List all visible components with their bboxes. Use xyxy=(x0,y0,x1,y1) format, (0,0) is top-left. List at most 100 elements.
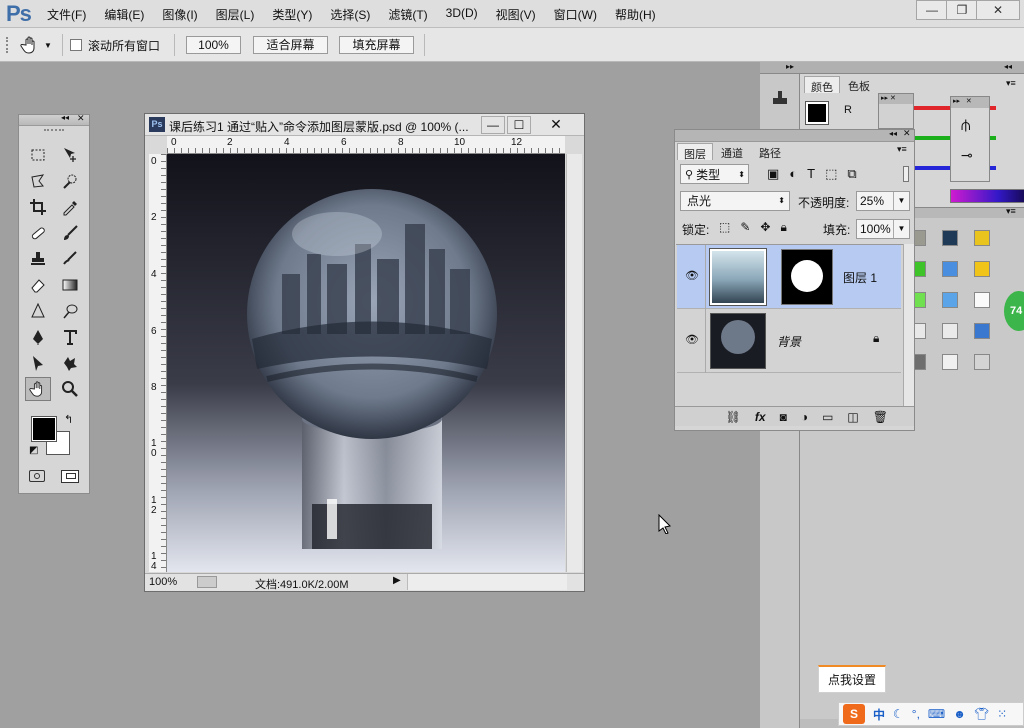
adjustment-filter-icon[interactable]: ◐ xyxy=(789,166,797,182)
document-titlebar[interactable]: Ps 课后练习1 通过“贴入”命令添加图层蒙版.psd @ 100% (... … xyxy=(145,114,584,136)
dock-header[interactable]: ▸▸ ◂◂ xyxy=(760,62,1024,74)
marquee-tool[interactable] xyxy=(25,143,51,167)
layer-filter-select[interactable]: ⚲ 类型 ⬍ xyxy=(680,164,749,184)
horizontal-scrollbar[interactable] xyxy=(407,574,567,590)
panel-menu-icon[interactable]: ▾≡ xyxy=(1006,206,1016,217)
shape-filter-icon[interactable]: ⬚ xyxy=(825,166,837,182)
path-select-tool[interactable] xyxy=(25,351,51,375)
menu-filter[interactable]: 滤镜(T) xyxy=(388,6,427,23)
moon-icon[interactable]: ☾ xyxy=(893,707,904,721)
panel-menu-icon[interactable]: ▾≡ xyxy=(897,144,907,155)
brush-preset-icon[interactable]: ⫛ xyxy=(961,117,971,135)
adjustment-layer-icon[interactable]: ◑ xyxy=(801,410,808,424)
lock-position-icon[interactable]: ✥ xyxy=(760,220,770,235)
collapse-icon[interactable]: ◂◂ xyxy=(61,113,69,122)
style-swatch[interactable] xyxy=(974,292,990,308)
lock-transparent-icon[interactable]: ⬚ xyxy=(719,220,730,235)
adjust-icon[interactable]: ⊸ xyxy=(961,147,973,164)
vertical-scrollbar[interactable] xyxy=(566,154,582,572)
user-icon[interactable]: ☻ xyxy=(953,707,966,721)
scroll-all-windows-checkbox[interactable] xyxy=(70,39,82,51)
style-swatch[interactable] xyxy=(942,354,958,370)
crop-tool[interactable] xyxy=(25,195,51,219)
blend-mode-select[interactable]: 点光 ⬍ xyxy=(680,191,790,211)
menu-window[interactable]: 窗口(W) xyxy=(554,6,597,23)
opacity-input[interactable]: 25% ▼ xyxy=(856,191,910,211)
style-swatch[interactable] xyxy=(974,323,990,339)
minimize-button[interactable]: — xyxy=(916,0,948,20)
lock-all-icon[interactable]: 🔒︎ xyxy=(780,220,786,235)
link-layers-icon[interactable]: ⛓︎ xyxy=(726,410,741,424)
zoom-100-button[interactable]: 100% xyxy=(186,36,241,54)
status-icon[interactable] xyxy=(197,576,217,588)
close-icon[interactable]: ✕ xyxy=(77,113,85,124)
punctuation-icon[interactable]: °, xyxy=(912,707,920,721)
tab-paths[interactable]: 路径 xyxy=(753,143,787,160)
trash-icon[interactable]: 🗑︎ xyxy=(873,410,888,424)
healing-brush-tool[interactable] xyxy=(25,221,51,245)
collapse-icon[interactable]: ◂◂ xyxy=(1004,62,1012,71)
tab-swatches[interactable]: 色板 xyxy=(842,76,876,93)
lock-pixels-icon[interactable]: ✎ xyxy=(740,220,750,235)
mini-panel-titlebar[interactable]: ▸▸ ✕ xyxy=(879,94,913,104)
foreground-color[interactable] xyxy=(31,416,57,442)
style-swatch[interactable] xyxy=(974,261,990,277)
style-swatch[interactable] xyxy=(942,230,958,246)
menu-help[interactable]: 帮助(H) xyxy=(615,6,656,23)
tab-layers[interactable]: 图层 xyxy=(677,143,713,161)
input-lang-toggle[interactable]: 中 xyxy=(873,706,885,723)
shape-tool[interactable] xyxy=(57,351,83,375)
layers-panel-titlebar[interactable]: ◂◂ ✕ xyxy=(675,128,914,142)
shirt-icon[interactable]: 👕︎ xyxy=(974,707,989,721)
close-button[interactable]: ✕ xyxy=(976,0,1020,20)
move-tool[interactable] xyxy=(57,143,83,167)
clone-stamp-tool[interactable] xyxy=(25,247,51,271)
sogou-logo[interactable]: S xyxy=(843,704,865,724)
color-ramp[interactable] xyxy=(950,189,1024,203)
history-panel-icon[interactable] xyxy=(770,88,790,108)
style-swatch[interactable] xyxy=(942,261,958,277)
default-colors-icon[interactable]: ◩ xyxy=(29,445,38,456)
screen-mode-button[interactable] xyxy=(61,470,79,483)
smart-object-filter-icon[interactable]: ⧉ xyxy=(847,166,856,182)
eye-icon[interactable]: 👁︎ xyxy=(685,333,699,346)
quick-select-tool[interactable] xyxy=(57,169,83,193)
layer-list-scrollbar[interactable] xyxy=(903,244,914,406)
menu-view[interactable]: 视图(V) xyxy=(496,6,536,23)
tab-channels[interactable]: 通道 xyxy=(715,143,749,160)
add-mask-icon[interactable]: ◙ xyxy=(780,410,787,424)
menu-3d[interactable]: 3D(D) xyxy=(446,6,478,23)
filter-toggle[interactable] xyxy=(903,166,909,182)
keyboard-icon[interactable]: ⌨ xyxy=(928,707,945,721)
settings-tooltip[interactable]: 点我设置 xyxy=(818,665,886,693)
fit-screen-button[interactable]: 适合屏幕 xyxy=(253,36,328,54)
quick-mask-button[interactable] xyxy=(29,470,45,482)
tool-preset-picker[interactable]: ▼ xyxy=(20,34,56,56)
gradient-tool[interactable] xyxy=(57,273,83,297)
lasso-tool[interactable] xyxy=(25,169,51,193)
close-icon[interactable]: ✕ xyxy=(903,128,911,139)
style-swatch[interactable] xyxy=(942,323,958,339)
expand-icon[interactable]: ▸▸ xyxy=(786,62,794,71)
menu-image[interactable]: 图像(I) xyxy=(162,6,197,23)
style-swatch[interactable] xyxy=(974,354,990,370)
hand-tool[interactable] xyxy=(25,377,51,401)
eye-icon[interactable]: 👁︎ xyxy=(685,269,699,282)
pixel-filter-icon[interactable]: ▣ xyxy=(767,166,779,182)
history-brush-tool[interactable] xyxy=(57,247,83,271)
style-swatch[interactable] xyxy=(942,292,958,308)
fill-screen-button[interactable]: 填充屏幕 xyxy=(339,36,414,54)
mini-panel-titlebar[interactable]: ▸▸ ✕ xyxy=(951,97,989,108)
menu-select[interactable]: 选择(S) xyxy=(330,6,370,23)
eraser-tool[interactable] xyxy=(25,273,51,297)
layer-mask-thumbnail[interactable] xyxy=(781,249,833,305)
layer-row[interactable]: 👁︎ 背景 🔒︎ xyxy=(677,309,901,373)
chevron-down-icon[interactable]: ▼ xyxy=(893,220,909,238)
menu-edit[interactable]: 编辑(E) xyxy=(104,6,144,23)
status-menu-arrow-icon[interactable]: ▶ xyxy=(393,575,401,586)
doc-minimize-button[interactable]: — xyxy=(481,116,505,134)
new-group-icon[interactable]: ▭ xyxy=(822,410,833,424)
chevron-down-icon[interactable]: ▼ xyxy=(893,192,909,210)
tools-panel-titlebar[interactable]: ◂◂ ✕ xyxy=(19,113,89,126)
fx-icon[interactable]: fx xyxy=(755,410,766,424)
